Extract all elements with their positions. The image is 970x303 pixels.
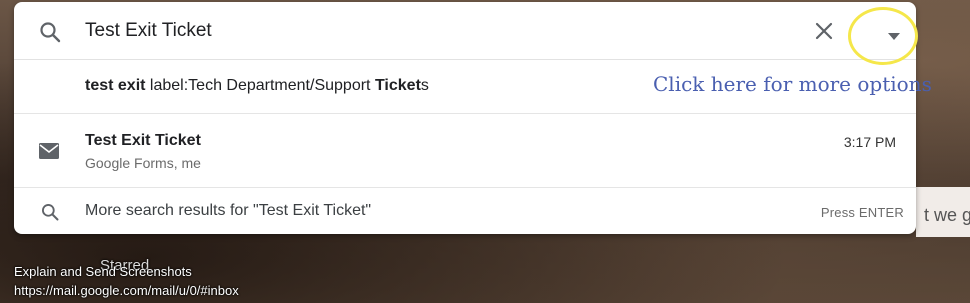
background-email-snippet: t we ge [916,187,970,237]
highlight-annotation-circle [848,7,918,65]
search-bar[interactable]: Test Exit Ticket [14,2,916,60]
suggestion-plain-2: s [420,77,429,94]
suggestion-plain-1: label:Tech Department/Support [145,77,375,94]
more-results-text: More search results for "Test Exit Ticke… [85,202,372,219]
suggestion-bold-2: Ticket [374,77,421,94]
overlay-caption: Explain and Send Screenshots [14,264,192,279]
mail-icon [39,143,59,159]
callout-annotation: Click here for more options [653,72,932,96]
clear-search-icon[interactable] [812,19,836,43]
more-results-row[interactable]: More search results for "Test Exit Ticke… [14,189,916,234]
search-icon [42,204,59,221]
search-dropdown-panel: Test Exit Ticket test exit label:Tech De… [14,2,916,234]
search-input[interactable]: Test Exit Ticket [85,20,212,42]
email-time: 3:17 PM [843,134,896,150]
suggestion-bold-1: test exit [85,77,146,94]
email-subject: Test Exit Ticket [85,132,201,149]
background-snippet-text: t we ge [924,205,970,225]
email-sender: Google Forms, me [85,155,201,171]
press-enter-hint: Press ENTER [820,205,904,220]
overlay-url: https://mail.google.com/mail/u/0/#inbox [14,283,239,298]
email-result[interactable]: Test Exit Ticket Google Forms, me 3:17 P… [14,115,916,188]
search-icon[interactable] [38,20,62,44]
suggestion-text: test exit label:Tech Department/Support … [85,77,429,95]
